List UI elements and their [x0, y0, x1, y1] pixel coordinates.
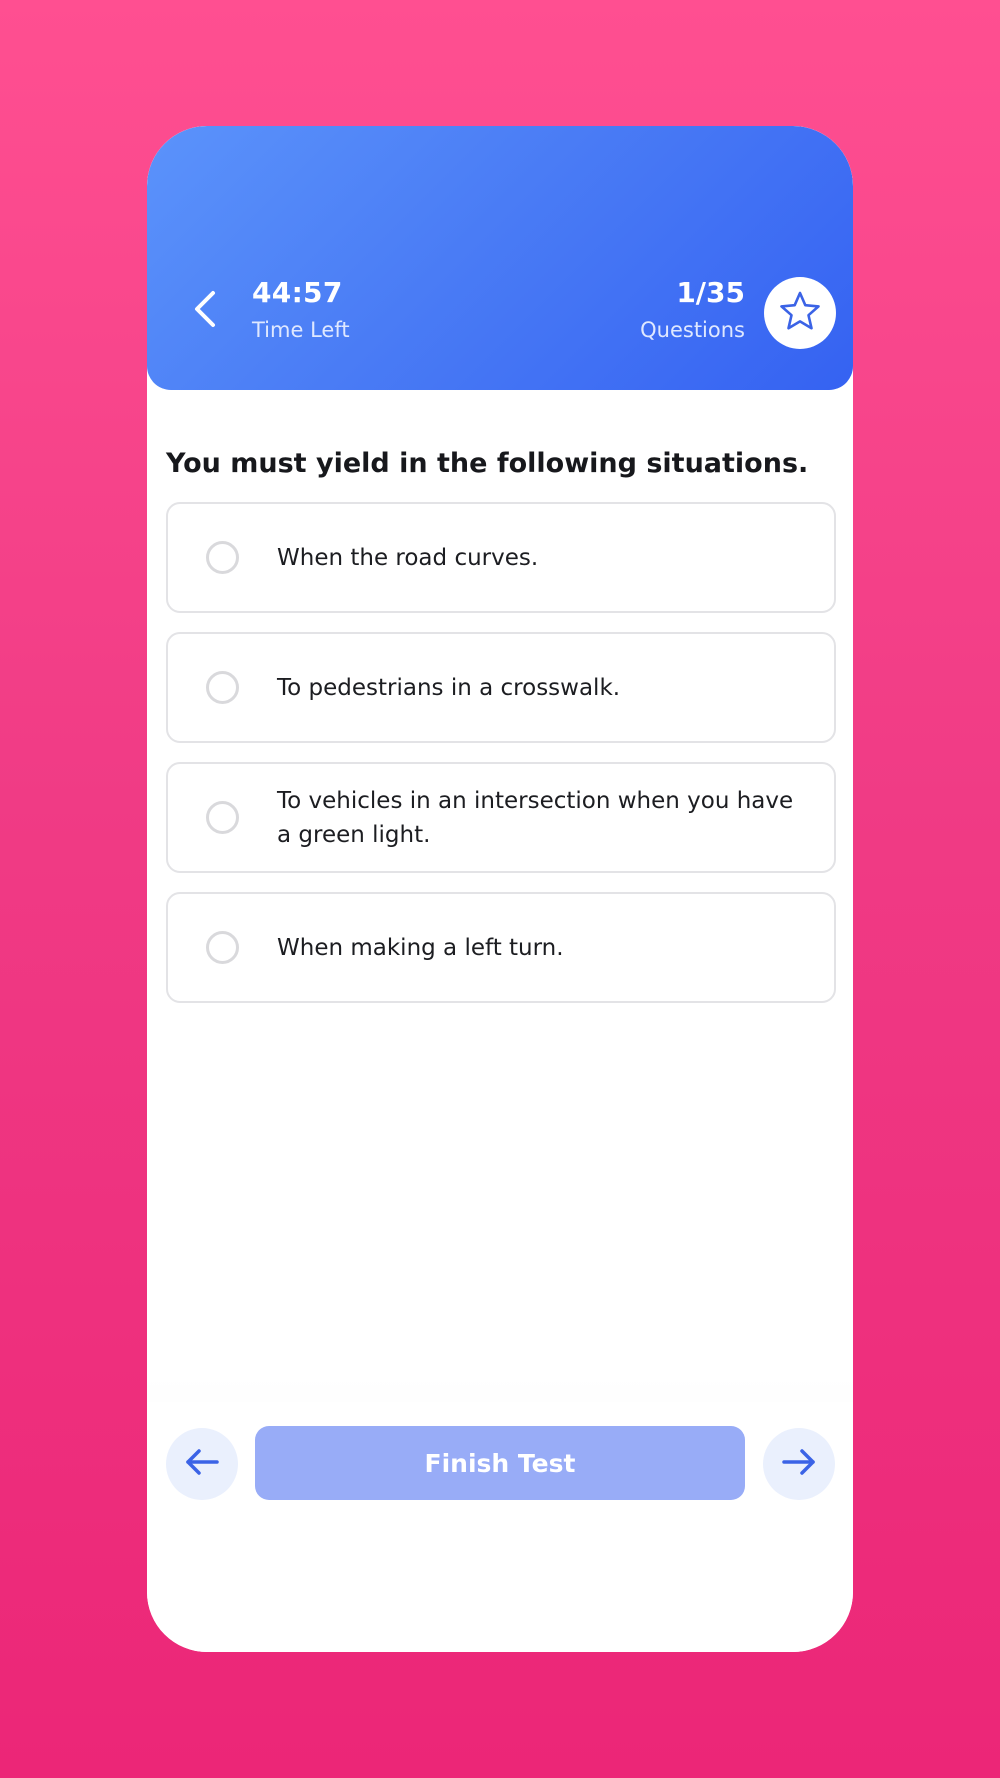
answer-option-1[interactable]: When the road curves. [166, 502, 836, 613]
answer-option-3[interactable]: To vehicles in an intersection when you … [166, 762, 836, 873]
bookmark-button[interactable] [764, 277, 836, 349]
timer-value: 44:57 [252, 276, 343, 309]
question-counter-label: Questions [640, 318, 745, 342]
question-text: You must yield in the following situatio… [166, 448, 809, 479]
question-counter: 1/35 Questions [640, 276, 745, 344]
answer-option-label: To pedestrians in a crosswalk. [277, 674, 621, 701]
answer-option-label: When making a left turn. [277, 934, 564, 961]
radio-button[interactable] [206, 801, 239, 834]
arrow-right-icon [781, 1447, 817, 1481]
answer-option-4[interactable]: When making a left turn. [166, 892, 836, 1003]
radio-button[interactable] [206, 671, 239, 704]
star-icon [778, 289, 822, 337]
answer-option-label: To vehicles in an intersection when you … [277, 787, 794, 848]
answer-option-2[interactable]: To pedestrians in a crosswalk. [166, 632, 836, 743]
radio-button[interactable] [206, 541, 239, 574]
chevron-left-icon [191, 289, 221, 333]
finish-test-button[interactable]: Finish Test [255, 1426, 745, 1500]
question-counter-value: 1/35 [676, 276, 745, 309]
timer-label: Time Left [252, 318, 350, 342]
back-button[interactable] [181, 286, 231, 336]
answer-options: When the road curves. To pedestrians in … [166, 502, 836, 1022]
previous-question-button[interactable] [166, 1428, 238, 1500]
timer: 44:57 Time Left [252, 276, 350, 344]
next-question-button[interactable] [763, 1428, 835, 1500]
quiz-header: 44:57 Time Left 1/35 Questions [147, 126, 853, 390]
arrow-left-icon [184, 1447, 220, 1481]
quiz-screen: 44:57 Time Left 1/35 Questions You must … [147, 126, 853, 1652]
answer-option-label: When the road curves. [277, 544, 539, 571]
radio-button[interactable] [206, 931, 239, 964]
